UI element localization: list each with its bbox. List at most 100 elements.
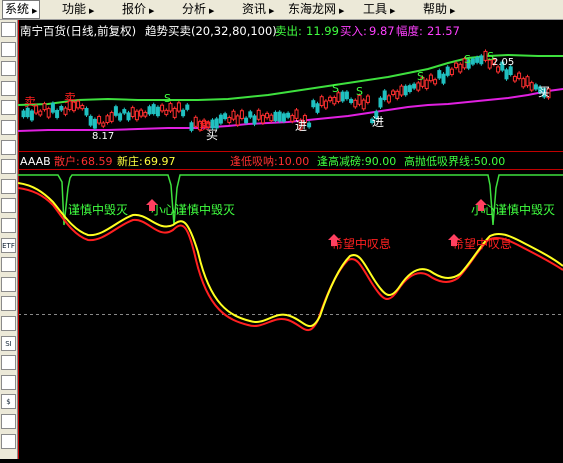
candle-body	[479, 55, 484, 65]
candle-body	[294, 109, 299, 119]
candle-body	[189, 122, 194, 131]
chevron-right-icon: ▶	[339, 7, 345, 15]
menu-item-label: 工具	[363, 2, 388, 16]
indicator-name: AAAB	[20, 155, 51, 168]
candle-body	[529, 82, 534, 91]
candle-body	[155, 106, 160, 117]
grid-icon[interactable]	[1, 139, 16, 155]
menu-item[interactable]: 帮助 ▶	[423, 0, 455, 19]
caution-label: 小心谨慎中毁灭	[151, 202, 235, 217]
etf-icon[interactable]: ETF	[1, 237, 16, 253]
pie-chart-icon[interactable]	[1, 178, 16, 194]
menu-item[interactable]: 资讯 ▶	[242, 0, 274, 19]
candle-body	[210, 119, 215, 129]
high-price-label: 2.05	[492, 57, 514, 68]
menu-item[interactable]: 功能 ▶	[62, 0, 94, 19]
buy-signal: 买	[206, 128, 218, 142]
high-threshold-param: 逢高减磅:90.00	[317, 154, 396, 168]
menu-item[interactable]: 东海龙网 ▶	[288, 0, 344, 19]
new-label: 新庄:	[117, 154, 143, 168]
candle-body	[122, 109, 127, 114]
candle-body	[454, 62, 459, 69]
candle-body	[172, 107, 177, 118]
candle-body	[361, 99, 366, 110]
chevron-right-icon: ▶	[32, 7, 38, 15]
s-signal: S	[164, 92, 171, 105]
candle-body	[21, 110, 26, 118]
candle-body	[46, 108, 51, 118]
grid-icon[interactable]	[1, 100, 16, 116]
candle-body	[344, 91, 349, 100]
menu-item-label: 资讯	[242, 2, 267, 16]
candle-body	[76, 100, 81, 109]
menu-bar: 系统 ▶ 功能 ▶ 报价 ▶ 分析 ▶ 资讯 ▶ 东海龙网 ▶ 工具 ▶ 帮助 ▶	[0, 0, 563, 20]
candle-body	[311, 100, 316, 108]
menu-item[interactable]: 分析 ▶	[182, 0, 214, 19]
candle-body	[92, 118, 97, 129]
menu-item[interactable]: 报价 ▶	[122, 0, 154, 19]
si-icon[interactable]: SI	[1, 335, 16, 351]
s-signal: S	[417, 70, 424, 83]
candle-body	[239, 110, 244, 119]
chevron-right-icon: ▶	[390, 7, 396, 15]
candle-body	[181, 109, 186, 117]
table-icon[interactable]	[1, 61, 16, 77]
indicator-name: 趋势买卖(20,32,80,100)	[145, 24, 277, 38]
compass-icon[interactable]	[1, 198, 16, 214]
bar-chart-icon[interactable]	[1, 159, 16, 175]
s-signal: S	[487, 50, 494, 63]
candle-body	[445, 66, 450, 76]
candle-body	[252, 115, 257, 125]
candle-body	[80, 104, 85, 110]
candle-body	[50, 102, 55, 113]
candle-body	[437, 70, 442, 79]
retail-value: 68.59	[81, 155, 113, 168]
candle-body	[391, 90, 396, 96]
chart-icon[interactable]	[1, 257, 16, 273]
candle-body	[176, 102, 181, 112]
sell-signal: 卖	[24, 95, 36, 109]
phone-icon[interactable]	[1, 433, 16, 449]
grid-icon[interactable]	[1, 355, 16, 371]
candle-body	[105, 115, 110, 124]
candle-body	[386, 95, 391, 103]
menu-item-label: 报价	[122, 2, 147, 16]
candle-body	[164, 109, 169, 115]
sell-value: 11.99	[306, 24, 339, 38]
chart-area[interactable]: 南宁百货(日线,前复权) 趋势买卖(20,32,80,100) 卖出: 11.9…	[17, 20, 563, 459]
grid-icon[interactable]	[1, 374, 16, 390]
monitor-icon[interactable]	[1, 276, 16, 292]
menu-item[interactable]: 工具 ▶	[363, 0, 395, 19]
candle-body	[319, 96, 324, 107]
range-value: 21.57	[427, 24, 460, 38]
candle-body	[470, 58, 475, 65]
table-icon[interactable]	[1, 316, 16, 331]
wave-icon[interactable]	[1, 296, 16, 312]
candle-body	[340, 91, 345, 102]
menu-item-label: 系统	[5, 2, 30, 16]
candle-body	[328, 96, 333, 102]
tools-icon[interactable]	[1, 414, 16, 429]
candle-body	[25, 107, 30, 118]
low-threshold-param: 逢低吸呐:10.00	[230, 155, 309, 168]
candle-body	[307, 122, 312, 128]
candle-body	[38, 110, 43, 116]
candle-body	[525, 76, 530, 87]
candle-body	[193, 116, 198, 127]
candle-body	[512, 76, 517, 82]
monitor-icon[interactable]	[1, 22, 16, 37]
dollar-icon[interactable]: $	[1, 394, 16, 410]
scale-icon[interactable]	[1, 218, 16, 233]
table-icon[interactable]	[1, 120, 16, 135]
line-chart-icon[interactable]	[1, 80, 16, 96]
enter-signal: 进	[372, 115, 384, 129]
candle-body	[323, 100, 328, 109]
candle-body	[227, 116, 232, 123]
menu-item[interactable]: 系统 ▶	[2, 0, 41, 19]
menu-item-label: 帮助	[423, 2, 448, 16]
range-label: 幅度:	[396, 24, 423, 38]
magenta-band-line	[17, 88, 563, 132]
buy-signal: 买	[538, 85, 550, 99]
candle-body	[449, 68, 454, 75]
grid-icon[interactable]	[1, 41, 16, 57]
